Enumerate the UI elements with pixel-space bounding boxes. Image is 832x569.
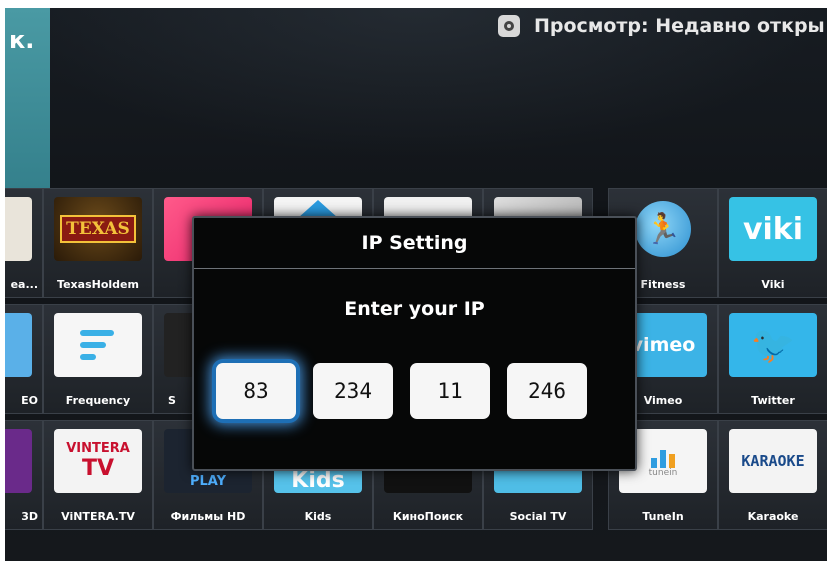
app-thumbnail bbox=[5, 429, 32, 493]
app-thumbnail bbox=[5, 197, 32, 261]
tv-screen: к. Просмотр: Недавно откры ea... TEXAS T… bbox=[5, 8, 827, 561]
ip-octet-4-input[interactable]: 246 bbox=[507, 363, 587, 419]
app-label: TuneIn bbox=[642, 510, 684, 523]
app-tile-vintera[interactable]: VINTERA TV ViNTERA.TV bbox=[43, 420, 153, 530]
ip-octet-2-input[interactable]: 234 bbox=[313, 363, 393, 419]
app-tile[interactable]: EO bbox=[5, 304, 43, 414]
app-label: 3D bbox=[21, 510, 38, 523]
view-filter-label: Просмотр: Недавно откры bbox=[534, 15, 825, 37]
twitter-bird-icon: 🐦 bbox=[729, 313, 817, 377]
app-label: Viki bbox=[761, 278, 785, 291]
dialog-title: IP Setting bbox=[194, 218, 635, 269]
app-tile-twitter[interactable]: 🐦 Twitter bbox=[718, 304, 827, 414]
viki-logo-icon: viki bbox=[729, 197, 817, 261]
app-label: Karaoke bbox=[747, 510, 799, 523]
app-tile-frequency[interactable]: Frequency bbox=[43, 304, 153, 414]
app-thumbnail bbox=[5, 313, 32, 377]
photo-frame: к. Просмотр: Недавно откры ea... TEXAS T… bbox=[0, 0, 832, 569]
app-tile[interactable]: 3D bbox=[5, 420, 43, 530]
texas-logo-icon: TEXAS bbox=[54, 197, 142, 261]
app-label: EO bbox=[21, 394, 38, 407]
app-label: ViNTERA.TV bbox=[61, 510, 135, 523]
app-tile-karaoke[interactable]: KARAOKE Karaoke bbox=[718, 420, 827, 530]
remote-button-icon bbox=[498, 15, 520, 37]
view-filter-bar[interactable]: Просмотр: Недавно откры bbox=[498, 8, 827, 44]
app-label: Фильмы HD bbox=[170, 510, 246, 523]
app-label: Frequency bbox=[65, 394, 131, 407]
frequency-logo-icon bbox=[54, 313, 142, 377]
app-tile[interactable]: ea... bbox=[5, 188, 43, 298]
app-label: Social TV bbox=[509, 510, 567, 523]
app-tile-viki[interactable]: viki Viki bbox=[718, 188, 827, 298]
ip-setting-dialog: IP Setting Enter your IP 83 234 11 246 bbox=[192, 216, 637, 471]
dialog-prompt: Enter your IP bbox=[344, 298, 485, 320]
ip-octet-3-input[interactable]: 11 bbox=[410, 363, 490, 419]
app-label: TexasHoldem bbox=[57, 278, 139, 291]
app-label: Kids bbox=[304, 510, 332, 523]
karaoke-logo-icon: KARAOKE bbox=[729, 429, 817, 493]
app-label: КиноПоиск bbox=[392, 510, 464, 523]
side-panel-label: к. bbox=[9, 26, 35, 54]
vintera-logo-icon: VINTERA TV bbox=[54, 429, 142, 493]
app-label: Twitter bbox=[751, 394, 795, 407]
app-tile-texasholdem[interactable]: TEXAS TexasHoldem bbox=[43, 188, 153, 298]
app-label: ea... bbox=[10, 278, 38, 291]
ip-octet-1-input[interactable]: 83 bbox=[216, 363, 296, 419]
